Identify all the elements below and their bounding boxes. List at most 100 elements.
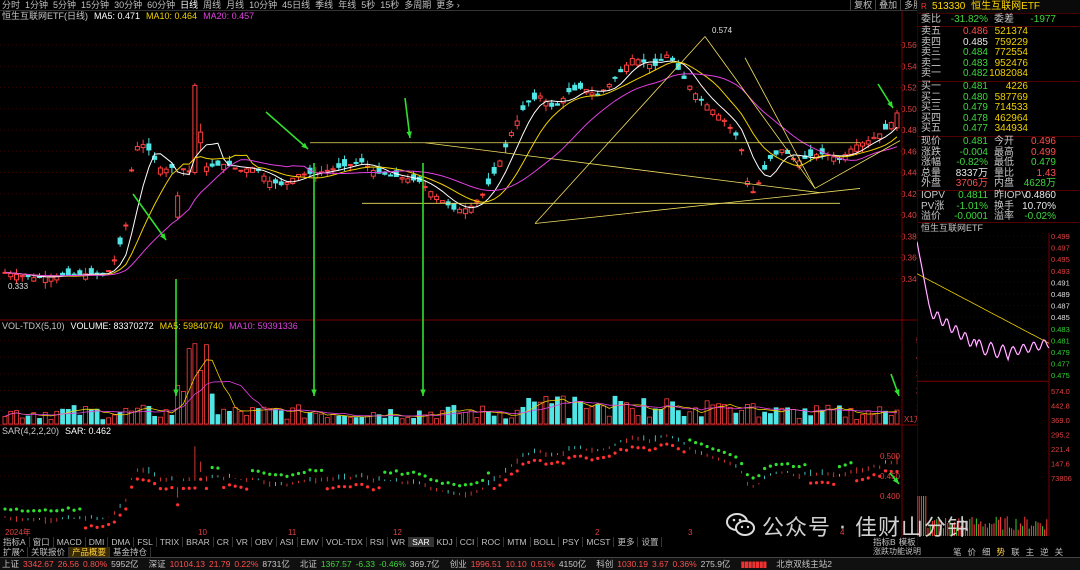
period-tab[interactable]: 周线 [203,0,221,11]
indicator-tab[interactable]: BRAR [183,537,214,547]
period-tab[interactable]: 15分钟 [81,0,109,11]
indicator-tab[interactable]: BOLL [531,537,560,547]
extension-tabs: 扩展^ 关联报价 产品概要 基金持仓 [0,547,152,557]
indicator-tab[interactable]: WR [388,537,410,547]
indicator-tab[interactable]: PSY [559,537,584,547]
indicator-tab[interactable]: CCI [457,537,479,547]
period-tab[interactable]: 分时 [2,0,20,11]
period-tab[interactable]: 45日线 [282,0,310,11]
date-tick: 11 [288,528,297,537]
volume-bar [393,416,399,425]
indicator-tab[interactable]: VR [233,537,252,547]
period-tab[interactable]: 15秒 [380,0,399,11]
period-tab[interactable]: 5秒 [361,0,375,11]
period-tab[interactable]: 30分钟 [114,0,142,11]
volume-bar [25,415,31,425]
sar-dot [860,477,865,482]
candle-body [733,132,739,136]
volume-bar [284,418,290,425]
index-quote[interactable]: 深证 10104.13 21.79 0.22% 8731亿 [149,558,290,570]
sar-dot [745,473,749,477]
function-note[interactable]: 涨跌功能说明 [873,547,921,557]
sar-dot [268,472,272,476]
period-tab[interactable]: 月线 [226,0,244,11]
volume-bar [831,409,837,425]
indicator-tab[interactable]: ROC [478,537,505,547]
panel-tab[interactable]: 主 [1023,547,1038,557]
indicator-tab[interactable]: CR [214,537,234,547]
candle-body [762,165,768,170]
index-quote[interactable]: 上证 3342.67 26.56 0.80% 5952亿 [2,558,139,570]
indicator-tab[interactable]: DMI [86,537,109,547]
indicator-tab[interactable]: RSI [367,537,388,547]
panel-tab[interactable]: 联 [1008,547,1023,557]
period-tab[interactable]: 多周期 [404,0,431,11]
extension-tab[interactable]: 产品概要 [69,547,111,557]
indicator-tab[interactable]: KDJ [434,537,457,547]
period-tab[interactable]: 60分钟 [147,0,175,11]
indicator-tab[interactable]: EMV [298,537,323,547]
period-tab[interactable]: 1分钟 [25,0,48,11]
extension-tab[interactable]: 基金持仓 [110,547,152,557]
sar-title: SAR(4,2,2,20) [2,426,60,436]
period-tab[interactable]: 10分钟 [249,0,277,11]
sar-dot [55,509,59,513]
period-tab[interactable]: 季线 [315,0,333,11]
panel-tab[interactable]: 价 [965,547,980,557]
index-name: 科创 [596,559,614,569]
period-tab[interactable]: 日线 [180,0,198,11]
kline-chart[interactable]: 0.560 0.540 0.520 0.500 0.480 0.460 0.440 0.420… [0,11,917,537]
indicator-tab[interactable]: OBV [252,537,277,547]
extension-tab[interactable]: 关联报价 [28,547,70,557]
sar-dot [596,456,600,460]
panel-tab[interactable]: 笔 [950,547,965,557]
indicator-tab[interactable]: DMA [108,537,135,547]
indicator-tab[interactable]: 设置 [638,537,663,547]
indicator-tab[interactable]: MTM [504,537,531,547]
indicator-tab[interactable]: VOL-TDX [323,537,367,547]
indicator-tab[interactable]: MACD [54,537,86,547]
tool-button[interactable]: 复权 [850,0,875,11]
extension-tab[interactable]: 扩展^ [0,547,28,557]
sar-dot [509,472,514,476]
volume-bar [733,412,739,425]
index-change: 26.56 [57,559,80,569]
price-tick: 0.340 [901,275,917,284]
indicator-tab[interactable]: 窗口 [30,537,54,547]
period-tab[interactable]: 年线 [338,0,356,11]
sar-dot [9,508,13,512]
period-tab[interactable]: 更多 › [436,0,460,11]
panel-tab[interactable]: 细 [979,547,994,557]
server-name[interactable]: 北京双线主站2 [776,558,832,570]
panel-tab[interactable]: 关 [1052,547,1067,557]
indicator-tabs: 指标A 窗口 MACD DMI DMA FSL TRIX BRAR CR VR OBV ASI EMV V… [0,537,663,547]
indicator-tab[interactable]: FSL [134,537,157,547]
sar-dot [371,488,375,492]
indicator-tab[interactable]: 更多 [614,537,639,547]
volume-bar [670,401,675,425]
volume-bar [94,408,100,425]
indicator-tab[interactable]: TRIX [157,537,184,547]
panel-tab[interactable]: 势 [994,547,1009,557]
volume-bar [48,418,54,425]
indicator-tab[interactable]: SAR [409,537,434,547]
tool-button[interactable]: 叠加 [875,0,900,11]
panel-tab[interactable]: 逆 [1037,547,1052,557]
index-quote[interactable]: 创业 1996.51 10.10 0.51% 4150亿 [450,558,587,570]
intraday-mini-chart[interactable]: 0.499 0.497 0.495 0.493 0.491 0.489 0.487 0.485… [917,233,1080,536]
indicator-tab[interactable]: MCST [583,537,615,547]
volume-bar [227,411,232,425]
indicator-tab[interactable]: ASI [277,537,298,547]
index-quote[interactable]: 北证 1367.57 -6.33 -0.46% 369.7亿 [300,558,440,570]
sar-dot [365,485,370,489]
sar-dot [786,462,790,466]
sar-dot [141,478,145,482]
indicator-tab[interactable]: 指标A [0,537,30,547]
sar-dot [763,466,767,471]
index-quote[interactable]: 科创 1030.19 3.67 0.36% 275.9亿 [596,558,730,570]
candle-body [14,274,20,281]
period-tab[interactable]: 5分钟 [53,0,76,11]
candle-body [8,272,14,278]
date-tick: 12 [393,528,402,537]
mini-volume-tick: 295.2 [1051,431,1070,440]
